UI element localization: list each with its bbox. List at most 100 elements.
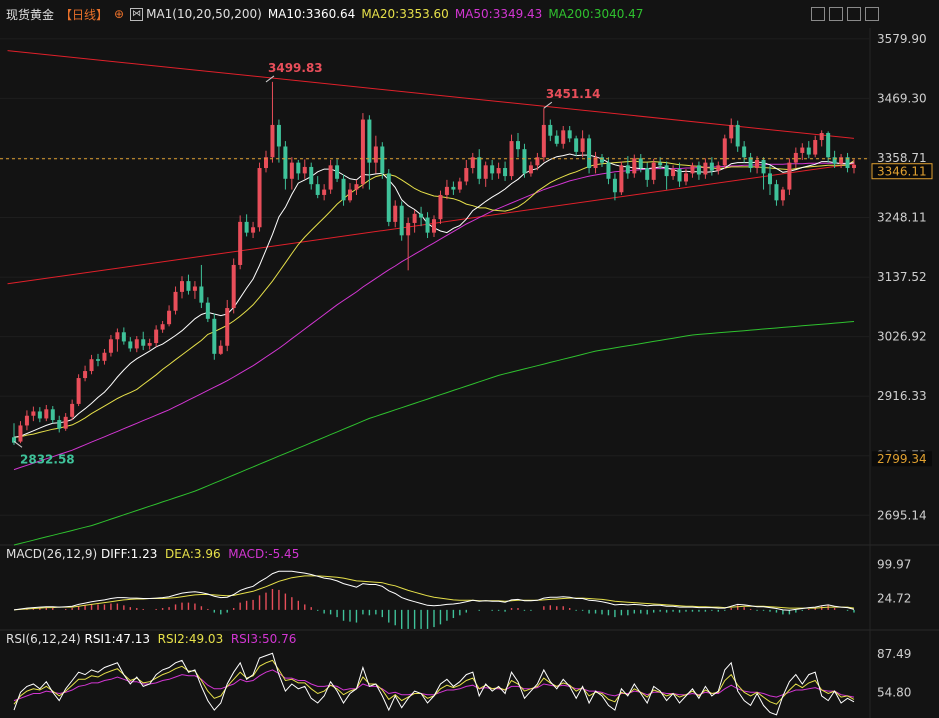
candle: [50, 406, 55, 424]
candle: [134, 336, 139, 353]
macd-diff: DIFF:1.23: [100, 547, 158, 561]
candle: [37, 407, 42, 423]
rsi-tick-label: 87.49: [877, 647, 911, 661]
candle: [470, 152, 475, 174]
macd-diff-line: [13, 570, 855, 611]
candle: [192, 281, 197, 299]
candle: [522, 143, 527, 178]
candle: [251, 221, 256, 239]
candle: [218, 340, 223, 355]
price-chart[interactable]: 3579.90 3469.30 3358.71 3248.11 3137.52 3026.…: [0, 0, 939, 718]
candle-body: [793, 152, 798, 163]
macd-value: MACD:-5.45: [228, 547, 300, 561]
candle-body: [244, 221, 249, 233]
candle-body: [554, 135, 559, 144]
candle: [238, 215, 243, 270]
candle-body: [503, 168, 508, 177]
candle-body: [826, 133, 831, 158]
candle-body: [24, 415, 29, 426]
candle-body: [651, 162, 656, 180]
y-tick-label: 2916.33: [877, 389, 927, 403]
candle-body: [115, 332, 120, 340]
candle-body: [44, 409, 49, 419]
candle: [677, 162, 682, 187]
candle-body: [186, 281, 191, 291]
candle-body: [528, 165, 533, 174]
candle: [735, 120, 740, 152]
candle: [354, 179, 359, 195]
candle-body: [767, 173, 773, 185]
candle-body: [160, 324, 165, 330]
candle: [102, 348, 107, 365]
candle: [212, 313, 217, 360]
candle: [95, 353, 101, 367]
candle: [70, 399, 75, 421]
candle-body: [328, 165, 333, 190]
candle: [793, 147, 798, 169]
candle-body: [251, 227, 256, 233]
candle: [367, 115, 372, 190]
candle-body: [587, 138, 592, 169]
rsi1-line: [13, 652, 855, 716]
candle: [199, 264, 204, 309]
candle: [289, 157, 294, 190]
candle-body: [671, 169, 676, 177]
candle: [341, 174, 346, 206]
candle: [283, 141, 288, 190]
candle-body: [606, 162, 611, 179]
candle-body: [780, 189, 785, 201]
candle: [263, 150, 269, 173]
candle-body: [134, 339, 139, 349]
candle-body: [755, 159, 760, 169]
candle-body: [108, 339, 113, 353]
candle: [412, 210, 417, 233]
candle: [541, 108, 546, 162]
candle: [580, 130, 585, 158]
candle-body: [709, 162, 714, 171]
candle-body: [819, 133, 824, 141]
candle: [612, 173, 617, 201]
candle: [787, 158, 792, 195]
candle-body: [832, 157, 837, 164]
price-annotation: 2832.58: [20, 452, 75, 466]
candle: [767, 165, 773, 195]
candle: [76, 374, 81, 407]
candle: [464, 159, 469, 186]
candle-body: [192, 286, 197, 291]
candle-body: [406, 222, 411, 236]
candle-body: [147, 343, 152, 346]
candle: [806, 141, 811, 159]
candle: [63, 413, 68, 431]
candle: [845, 152, 850, 173]
candle: [57, 415, 62, 433]
candle-body: [257, 168, 262, 228]
candle: [328, 159, 333, 194]
candle: [173, 286, 178, 315]
candle-body: [102, 352, 107, 361]
candle-body: [813, 140, 818, 155]
candle-body: [561, 130, 566, 144]
candle: [231, 258, 236, 314]
candle: [186, 274, 191, 295]
rsi1-value: RSI1:47.13: [84, 632, 151, 646]
candle: [457, 177, 462, 193]
candle: [347, 183, 353, 203]
candle: [645, 162, 650, 187]
candle: [419, 206, 424, 227]
trend-line: [7, 163, 855, 285]
candle-body: [89, 359, 94, 372]
candle-body: [806, 147, 811, 155]
candle: [761, 157, 766, 190]
rsi-tick-label: 54.80: [877, 686, 911, 700]
candle-body: [199, 286, 204, 303]
candle-body: [419, 213, 424, 218]
candle-body: [141, 339, 146, 346]
price-annotation: 3499.83: [268, 61, 323, 75]
candle-body: [270, 124, 275, 158]
candle-body: [451, 186, 456, 190]
candle: [813, 135, 818, 158]
candle: [703, 158, 708, 179]
y-tick-label: 3358.71: [877, 151, 927, 165]
candle: [664, 161, 669, 190]
y-tick-label: 3026.92: [877, 330, 927, 344]
